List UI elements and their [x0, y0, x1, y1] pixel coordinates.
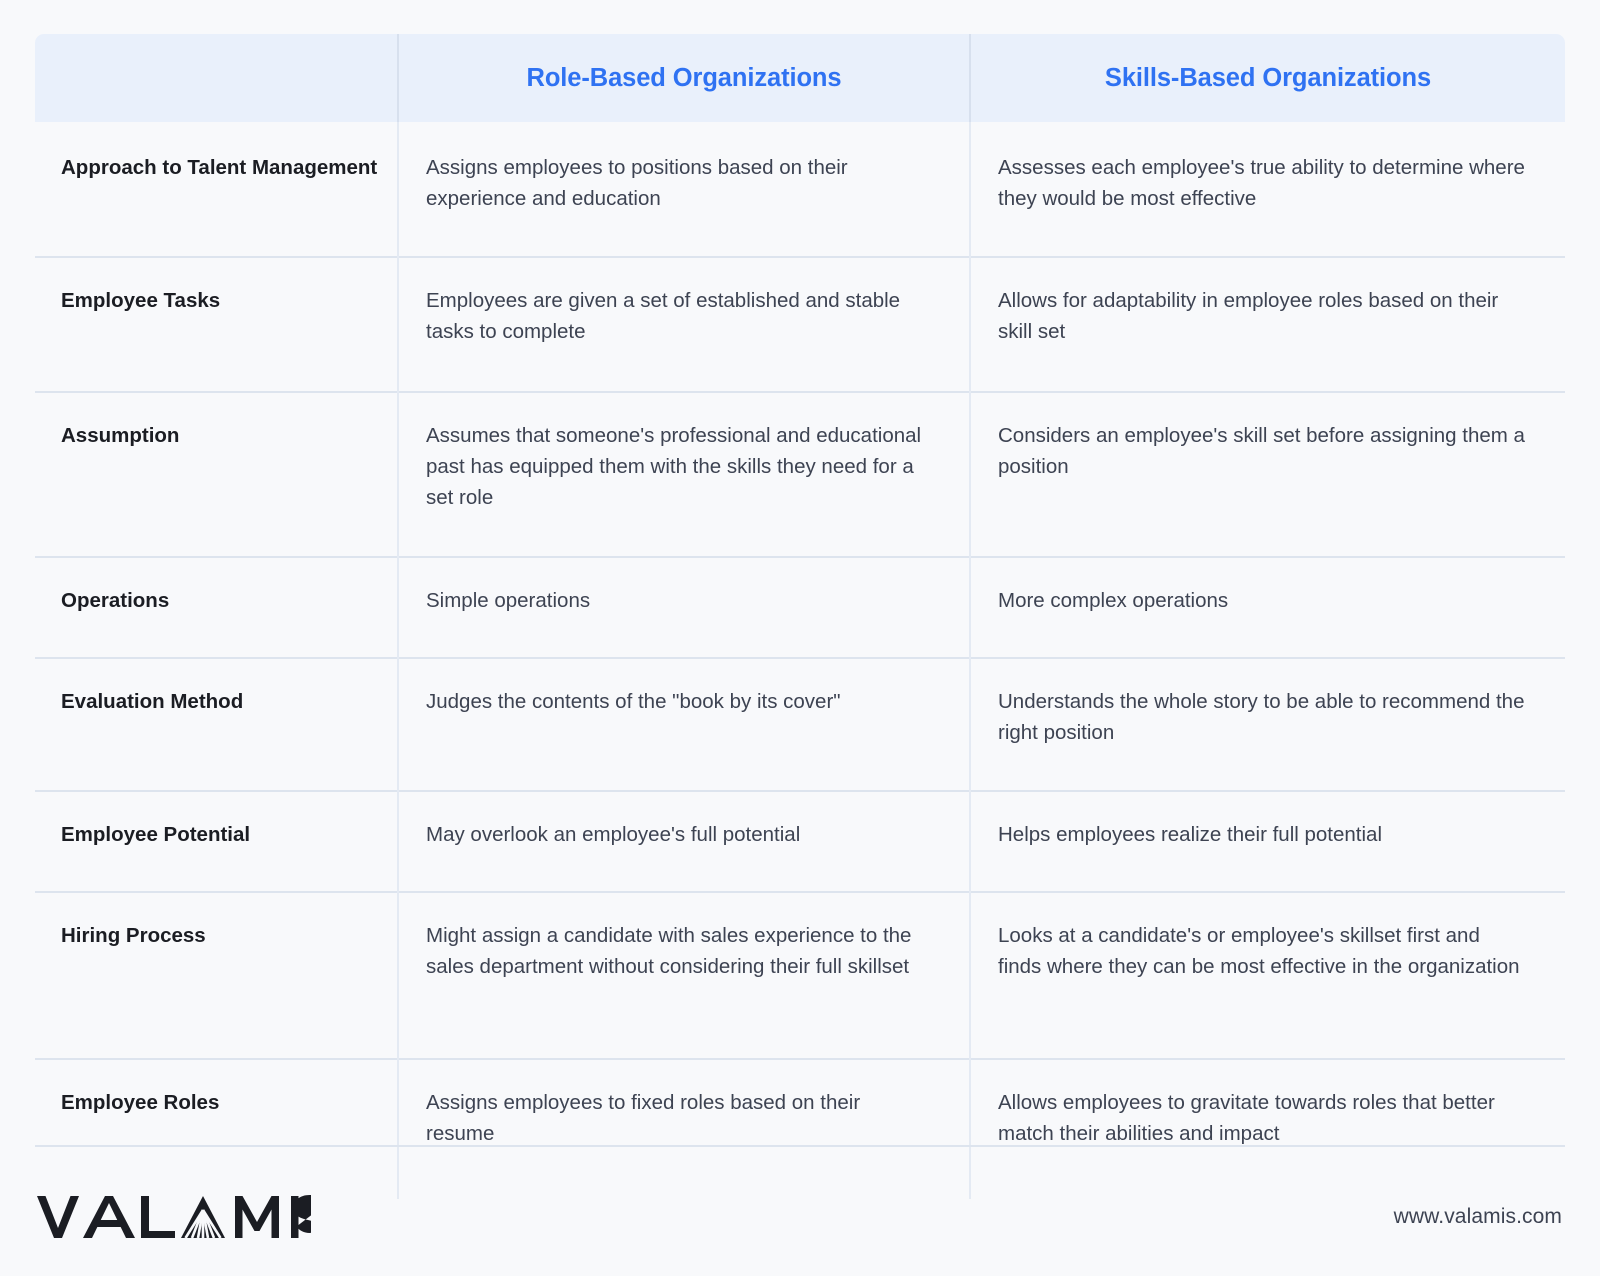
table-row: Assumption Assumes that someone's profess… [35, 391, 1565, 557]
row-feature-label: Hiring Process [35, 891, 398, 1059]
table-row: Employee Tasks Employees are given a set … [35, 256, 1565, 392]
column-header-role-based: Role-Based Organizations [397, 34, 970, 122]
footer-divider [35, 1145, 1565, 1147]
cell-role-based: Judges the contents of the "book by its … [397, 657, 970, 791]
comparison-table: Role-Based Organizations Skills-Based Or… [35, 34, 1565, 1199]
table-row: Employee Potential May overlook an employ… [35, 790, 1565, 892]
cell-skills-based: Allows for adaptability in employee role… [969, 256, 1565, 392]
row-feature-label: Evaluation Method [35, 657, 398, 791]
row-feature-label: Approach to Talent Management [61, 156, 378, 179]
row-feature-label: Employee Potential [35, 790, 398, 892]
cell-skills-based: Assesses each employee's true ability to… [969, 122, 1565, 257]
row-feature-label: Operations [35, 556, 398, 658]
cell-role-based: Might assign a candidate with sales expe… [397, 891, 970, 1059]
cell-skills-based: Considers an employee's skill set before… [969, 391, 1565, 557]
column-header-skills-based: Skills-Based Organizations [969, 34, 1565, 122]
cell-skills-based: Looks at a candidate's or employee's ski… [969, 891, 1565, 1059]
table-row: Operations Simple operations More complex … [35, 556, 1565, 658]
table-header-row: Role-Based Organizations Skills-Based Or… [35, 34, 1565, 122]
cell-role-based: Simple operations [397, 556, 970, 658]
table-row: Evaluation Method Judges the contents of … [35, 657, 1565, 791]
row-feature-label: Assumption [35, 391, 398, 557]
cell-skills-based: Understands the whole story to be able t… [969, 657, 1565, 791]
valamis-logo: VALAMIS [35, 1176, 311, 1240]
table-row: Approach to Talent Management Assigns emp… [35, 122, 1565, 257]
cell-skills-based: Helps employees realize their full poten… [969, 790, 1565, 892]
table-body: Approach to Talent Management Assigns emp… [35, 122, 1565, 1199]
comparison-infographic: Role-Based Organizations Skills-Based Or… [0, 0, 1600, 1276]
footer: VALAMIS www.valamis.com [35, 1163, 1565, 1253]
footer-url: www.valamis.com [1393, 1205, 1562, 1228]
cell-role-based: Employees are given a set of established… [397, 256, 970, 392]
row-feature-label: Employee Tasks [35, 256, 398, 392]
cell-role-based: Assumes that someone's professional and … [397, 391, 970, 557]
cell-skills-based: More complex operations [969, 556, 1565, 658]
cell-role-based: Assigns employees to positions based on … [397, 122, 970, 257]
column-header-feature [35, 34, 398, 122]
table-row: Hiring Process Might assign a candidate w… [35, 891, 1565, 1059]
cell-role-based: May overlook an employee's full potentia… [397, 790, 970, 892]
table-header: Role-Based Organizations Skills-Based Or… [35, 34, 1565, 122]
